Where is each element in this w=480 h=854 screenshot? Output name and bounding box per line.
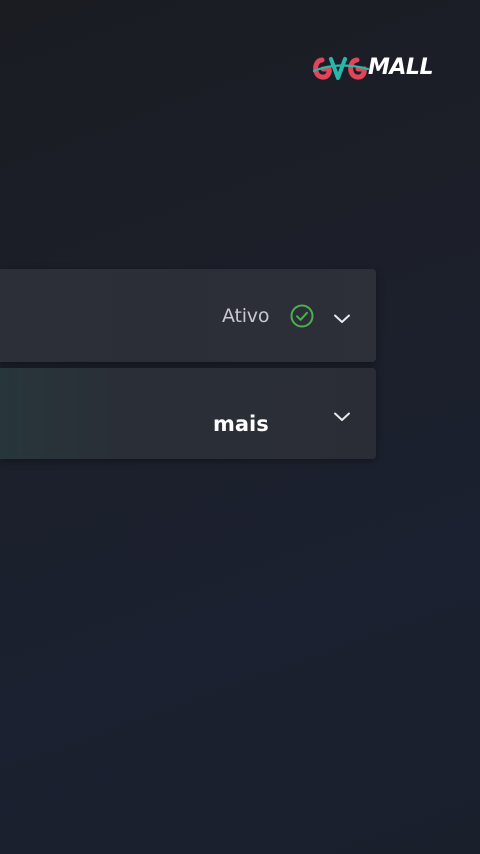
accordion-row-status[interactable] [0, 269, 376, 362]
accordion-row-more[interactable] [0, 368, 376, 459]
chevron-down-icon[interactable] [333, 310, 351, 323]
gvgmall-logo: MALL [310, 50, 442, 88]
logo-text: MALL [368, 55, 433, 80]
more-label: mais [213, 412, 269, 436]
check-circle-icon [289, 303, 315, 329]
status-label: Ativo [222, 305, 270, 327]
chevron-down-icon[interactable] [333, 408, 351, 421]
screen: { "logo": { "prefix": "GVG", "suffix": "… [0, 0, 480, 854]
